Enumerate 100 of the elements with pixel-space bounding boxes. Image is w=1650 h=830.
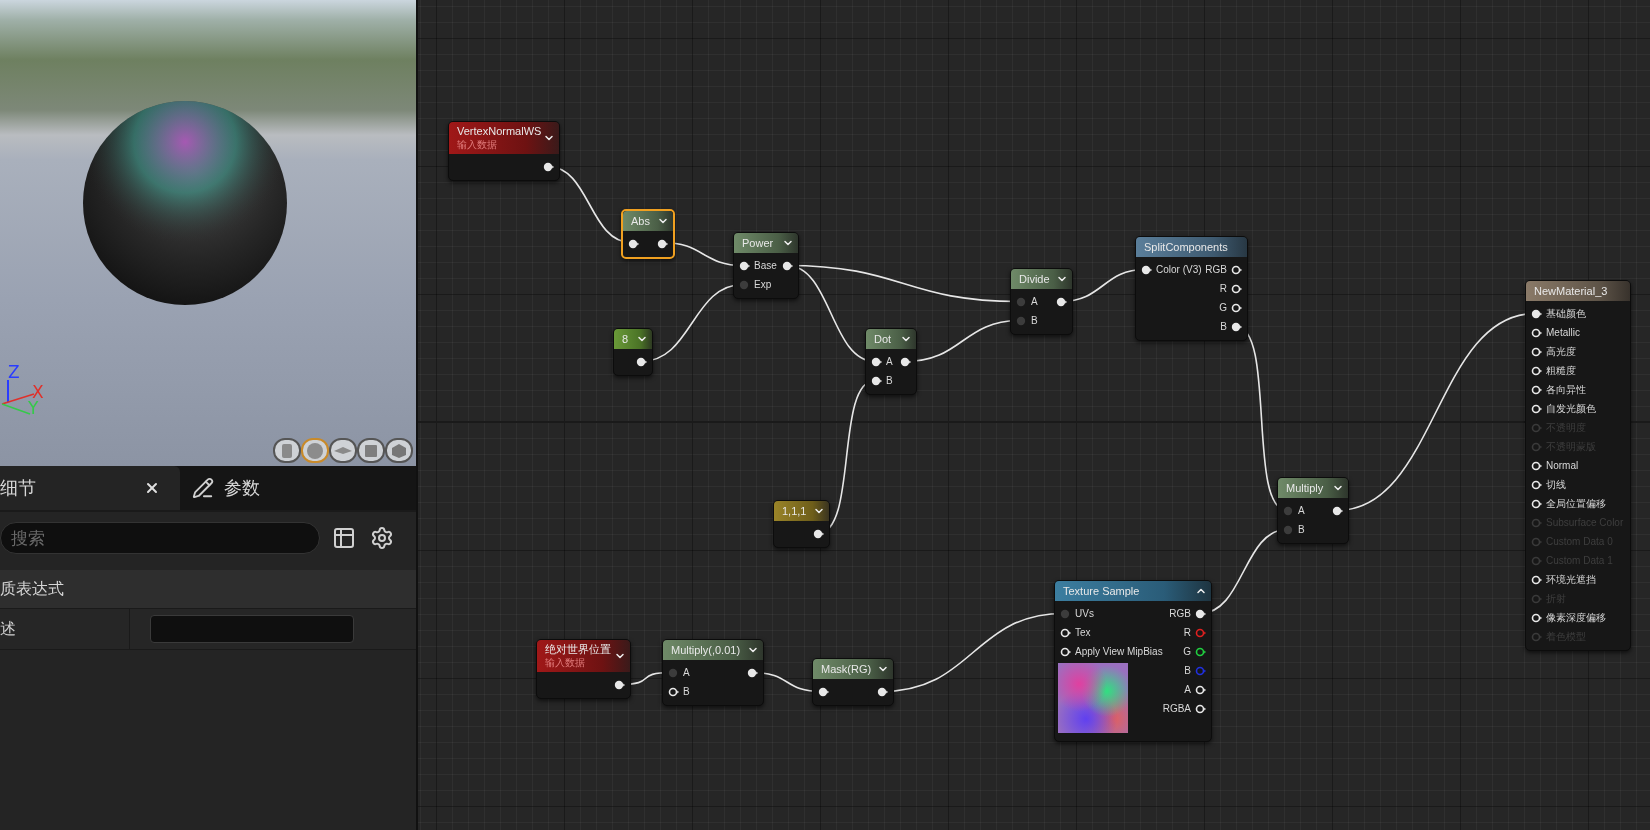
pin-label: G — [1219, 302, 1227, 313]
preview-shape-button[interactable] — [329, 438, 357, 463]
pin-label: G — [1183, 646, 1191, 657]
pin-label: RGB — [1205, 264, 1227, 275]
graph-canvas[interactable] — [418, 0, 1650, 830]
node-title: 8 — [622, 332, 629, 346]
axis-label: X — [32, 384, 44, 401]
pin-label: B — [1220, 321, 1227, 332]
graph-node[interactable]: VertexNormalWS 输入数据 — [448, 121, 560, 181]
plane-icon — [334, 447, 352, 454]
preview-shape-button[interactable] — [273, 438, 301, 463]
pin-icon[interactable] — [747, 667, 758, 678]
graph-node[interactable]: 1,1,1 — [773, 500, 830, 548]
property-label: 述 — [0, 609, 130, 649]
graph-node[interactable]: Divide A B — [1010, 268, 1073, 335]
preview-shape-button[interactable] — [357, 438, 385, 463]
sphere-icon — [307, 442, 323, 459]
node-subtitle: 输入数据 — [545, 656, 586, 669]
pin-label: Tex — [1075, 627, 1091, 638]
pin-label: A — [683, 667, 690, 678]
pin-icon[interactable] — [871, 356, 882, 367]
graph-node[interactable]: Dot A B — [865, 328, 917, 395]
pin-icon[interactable] — [739, 260, 750, 271]
tab-label: 细节 — [0, 476, 36, 500]
pin-label: 切线 — [1546, 477, 1566, 492]
pin-label: A — [1298, 505, 1305, 516]
axis-label: Y — [28, 400, 39, 417]
tab-label: 参数 — [224, 476, 260, 500]
pin-icon[interactable] — [1332, 505, 1343, 516]
pin-label: Base — [754, 260, 777, 271]
pin-label: B — [1031, 315, 1038, 326]
graph-node[interactable]: Multiply(,0.01) A B — [662, 639, 764, 706]
graph-node[interactable]: SplitComponents Color (V3) RGB R G B — [1135, 236, 1248, 341]
pin-icon[interactable] — [614, 679, 625, 690]
pin-label: Exp — [754, 279, 772, 290]
graph-node[interactable]: Multiply A B — [1277, 477, 1349, 544]
node-title: SplitComponents — [1144, 240, 1228, 254]
pin-label: R — [1183, 627, 1191, 638]
pin-label: UVs — [1075, 608, 1094, 619]
pin-label: RGBA — [1162, 703, 1191, 714]
pin-label: A — [886, 356, 893, 367]
pin-icon[interactable] — [900, 356, 911, 367]
node-title: Power — [742, 236, 774, 250]
pin-icon[interactable] — [636, 356, 647, 367]
pin-label: 各向异性 — [1546, 382, 1586, 397]
pin-label: R — [1219, 283, 1227, 294]
node-title: VertexNormalWS — [457, 125, 542, 138]
pin-icon[interactable] — [1056, 296, 1067, 307]
panel-tab[interactable]: 参数 — [180, 466, 282, 510]
node-title: Multiply(,0.01) — [671, 643, 741, 657]
pin-label: 高光度 — [1546, 344, 1576, 359]
node-title: NewMaterial_3 — [1534, 284, 1608, 298]
pin-icon[interactable] — [543, 161, 554, 172]
pin-label: B — [683, 686, 690, 697]
graph-node[interactable]: 8 — [613, 328, 653, 376]
preview-shape-button[interactable] — [385, 438, 413, 463]
pin-label: 基础颜色 — [1546, 306, 1586, 321]
pin-label: A — [1031, 296, 1038, 307]
node-title: 绝对世界位置 — [545, 643, 611, 656]
node-title: 1,1,1 — [782, 504, 807, 518]
panel-tab[interactable]: 细节 — [0, 466, 180, 510]
node-title: Dot — [874, 332, 892, 346]
pin-icon[interactable] — [871, 375, 882, 386]
pin-icon[interactable] — [1141, 264, 1152, 275]
pin-icon[interactable] — [657, 238, 668, 249]
pin-label: B — [1298, 524, 1305, 535]
graph-node[interactable]: Mask(RG) — [812, 658, 894, 706]
pin-icon[interactable] — [782, 260, 793, 271]
pin-icon[interactable] — [1231, 321, 1242, 332]
category-header[interactable]: 质表达式 — [0, 570, 416, 608]
pin-label: 像素深度偏移 — [1546, 610, 1606, 625]
pin-label: RGB — [1169, 608, 1191, 619]
graph-node[interactable]: Abs — [621, 209, 675, 259]
pin-icon[interactable] — [813, 528, 824, 539]
cube-icon — [365, 444, 377, 457]
pin-icon[interactable] — [818, 686, 829, 697]
graph-node[interactable]: Texture Sample UVs RGB Tex R Apply View MipBias G B A RGBA — [1054, 580, 1212, 742]
search-field[interactable]: 搜索 — [0, 522, 320, 554]
node-subtitle: 输入数据 — [457, 138, 498, 151]
graph-node[interactable]: 绝对世界位置 输入数据 — [536, 639, 631, 699]
graph-node[interactable]: Power Base Exp — [733, 232, 799, 299]
input-field[interactable] — [150, 615, 354, 643]
axis-label: Z — [8, 364, 20, 381]
pin-icon[interactable] — [1531, 308, 1542, 319]
pin-icon[interactable] — [877, 686, 888, 697]
node-title: Divide — [1019, 272, 1050, 286]
node-title: Abs — [631, 214, 650, 228]
pin-icon[interactable] — [1195, 646, 1206, 657]
pin-label: A — [1184, 684, 1191, 695]
pin-label: Apply View MipBias — [1075, 646, 1163, 657]
node-title: Mask(RG) — [821, 662, 872, 676]
pin-label: Metallic — [1546, 327, 1580, 338]
cylinder-icon — [282, 443, 292, 458]
pin-icon[interactable] — [1195, 608, 1206, 619]
node-title: Multiply — [1286, 481, 1324, 495]
close-icon[interactable] — [144, 480, 160, 496]
pin-label: 自发光颜色 — [1546, 401, 1596, 416]
pin-label: 环境光遮挡 — [1546, 572, 1596, 587]
pin-icon[interactable] — [628, 238, 639, 249]
pin-label: Color (V3) — [1156, 264, 1202, 275]
